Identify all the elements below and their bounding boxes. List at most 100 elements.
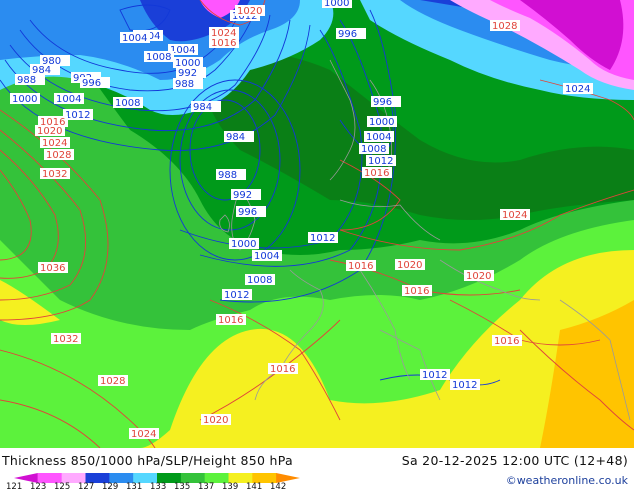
svg-text:1028: 1028 <box>46 150 71 161</box>
svg-text:1020: 1020 <box>203 415 228 426</box>
svg-text:988: 988 <box>218 170 237 181</box>
svg-text:1028: 1028 <box>100 376 125 387</box>
isobar-label: 1016 <box>362 167 392 179</box>
isobar-label: 1016 <box>209 37 239 49</box>
isobar-label: 984 <box>191 101 221 113</box>
svg-text:1024: 1024 <box>42 138 67 149</box>
svg-text:1020: 1020 <box>237 6 262 17</box>
isobar-label: 1000 <box>229 238 259 250</box>
legend-tick-label: 139 <box>222 482 239 492</box>
map-title: Thickness 850/1000 hPa/SLP/Height 850 hP… <box>2 453 294 468</box>
isobar-label: 992 <box>176 67 206 79</box>
isobar-label: 988 <box>15 74 45 86</box>
isobar-label: 1012 <box>450 379 480 391</box>
svg-text:1004: 1004 <box>56 94 81 105</box>
svg-text:1012: 1012 <box>310 233 335 244</box>
svg-text:1024: 1024 <box>131 429 156 440</box>
svg-text:1008: 1008 <box>247 275 272 286</box>
svg-text:1016: 1016 <box>404 286 429 297</box>
isobar-label: 1004 <box>54 93 84 105</box>
isobar-label: 1032 <box>40 168 70 180</box>
svg-text:1000: 1000 <box>369 117 394 128</box>
isobar-label: 1008 <box>144 51 174 63</box>
svg-text:1012: 1012 <box>452 380 477 391</box>
svg-text:984: 984 <box>226 132 245 143</box>
svg-text:1016: 1016 <box>270 364 295 375</box>
svg-text:1008: 1008 <box>146 52 171 63</box>
svg-text:1012: 1012 <box>422 370 447 381</box>
svg-text:996: 996 <box>238 207 257 218</box>
svg-text:1000: 1000 <box>12 94 37 105</box>
isobar-label: 1016 <box>492 335 522 347</box>
isobar-label: 1008 <box>113 97 143 109</box>
svg-text:996: 996 <box>338 29 357 40</box>
legend-ticks: 121 123 125 127 129 131 133 135 137 139 141 142 <box>0 482 330 492</box>
svg-text:1020: 1020 <box>37 126 62 137</box>
svg-text:996: 996 <box>373 97 392 108</box>
isobar-label: 1004 <box>120 32 150 44</box>
svg-text:1008: 1008 <box>361 144 386 155</box>
svg-text:1000: 1000 <box>324 0 349 9</box>
svg-text:1012: 1012 <box>368 156 393 167</box>
svg-text:1004: 1004 <box>254 251 279 262</box>
legend-tick-label: 133 <box>150 482 167 492</box>
map-footer: Thickness 850/1000 hPa/SLP/Height 850 hP… <box>0 448 634 492</box>
svg-text:1016: 1016 <box>494 336 519 347</box>
svg-text:1004: 1004 <box>122 33 147 44</box>
legend-tick-label: 135 <box>174 482 191 492</box>
isobar-label: 1000 <box>322 0 352 9</box>
svg-text:1024: 1024 <box>565 84 590 95</box>
svg-text:1016: 1016 <box>364 168 389 179</box>
legend-tick-label: 127 <box>78 482 95 492</box>
legend-tick-label: 141 <box>246 482 263 492</box>
isobar-label: 1036 <box>38 262 68 274</box>
svg-text:1012: 1012 <box>224 290 249 301</box>
isobar-label: 996 <box>80 77 110 89</box>
isobar-label: 1016 <box>402 285 432 297</box>
weather-map: 1000 1004 1004 1008 1004 1000 992 988 99… <box>0 0 634 448</box>
isobar-label: 1028 <box>98 375 128 387</box>
legend-tick-label: 137 <box>198 482 215 492</box>
svg-text:988: 988 <box>17 75 36 86</box>
svg-text:1008: 1008 <box>115 98 140 109</box>
isobar-label: 1008 <box>245 274 275 286</box>
svg-text:1016: 1016 <box>348 261 373 272</box>
isobar-label: 1012 <box>366 155 396 167</box>
credit-link[interactable]: ©weatheronline.co.uk <box>506 474 628 487</box>
isobar-label: 1012 <box>420 369 450 381</box>
isobar-label: 1024 <box>40 137 70 149</box>
isobar-label: 988 <box>173 78 203 90</box>
svg-text:1004: 1004 <box>366 132 391 143</box>
isobar-label: 1012 <box>308 232 338 244</box>
isobar-label: 1016 <box>268 363 298 375</box>
isobar-label: 1004 <box>364 131 394 143</box>
svg-text:1028: 1028 <box>492 21 517 32</box>
isobar-label: 1012 <box>222 289 252 301</box>
isobar-label: 1024 <box>129 428 159 440</box>
legend-tick-label: 142 <box>270 482 287 492</box>
isobar-label: 1020 <box>464 270 494 282</box>
svg-text:996: 996 <box>82 78 101 89</box>
isobar-label: 1000 <box>367 116 397 128</box>
svg-text:1012: 1012 <box>65 110 90 121</box>
isobar-label: 996 <box>371 96 401 108</box>
isobar-label: 1028 <box>44 149 74 161</box>
valid-time: Sa 20-12-2025 12:00 UTC (12+48) <box>401 453 628 468</box>
isobar-label: 988 <box>216 169 246 181</box>
isobar-label: 1016 <box>216 314 246 326</box>
isobar-label: 1024 <box>500 209 530 221</box>
svg-text:1016: 1016 <box>211 38 236 49</box>
isobar-label: 1000 <box>10 93 40 105</box>
isobar-label: 1028 <box>490 20 520 32</box>
svg-text:992: 992 <box>178 68 197 79</box>
isobar-label: 1032 <box>51 333 81 345</box>
isobar-label: 1004 <box>252 250 282 262</box>
legend-tick-label: 131 <box>126 482 143 492</box>
svg-text:988: 988 <box>175 79 194 90</box>
legend-tick-label: 121 <box>6 482 23 492</box>
isobar-label: 1020 <box>235 5 265 17</box>
legend-tick-label: 123 <box>30 482 47 492</box>
isobar-label: 1008 <box>359 143 389 155</box>
isobar-label: 1020 <box>395 259 425 271</box>
isobar-label: 996 <box>336 28 366 40</box>
